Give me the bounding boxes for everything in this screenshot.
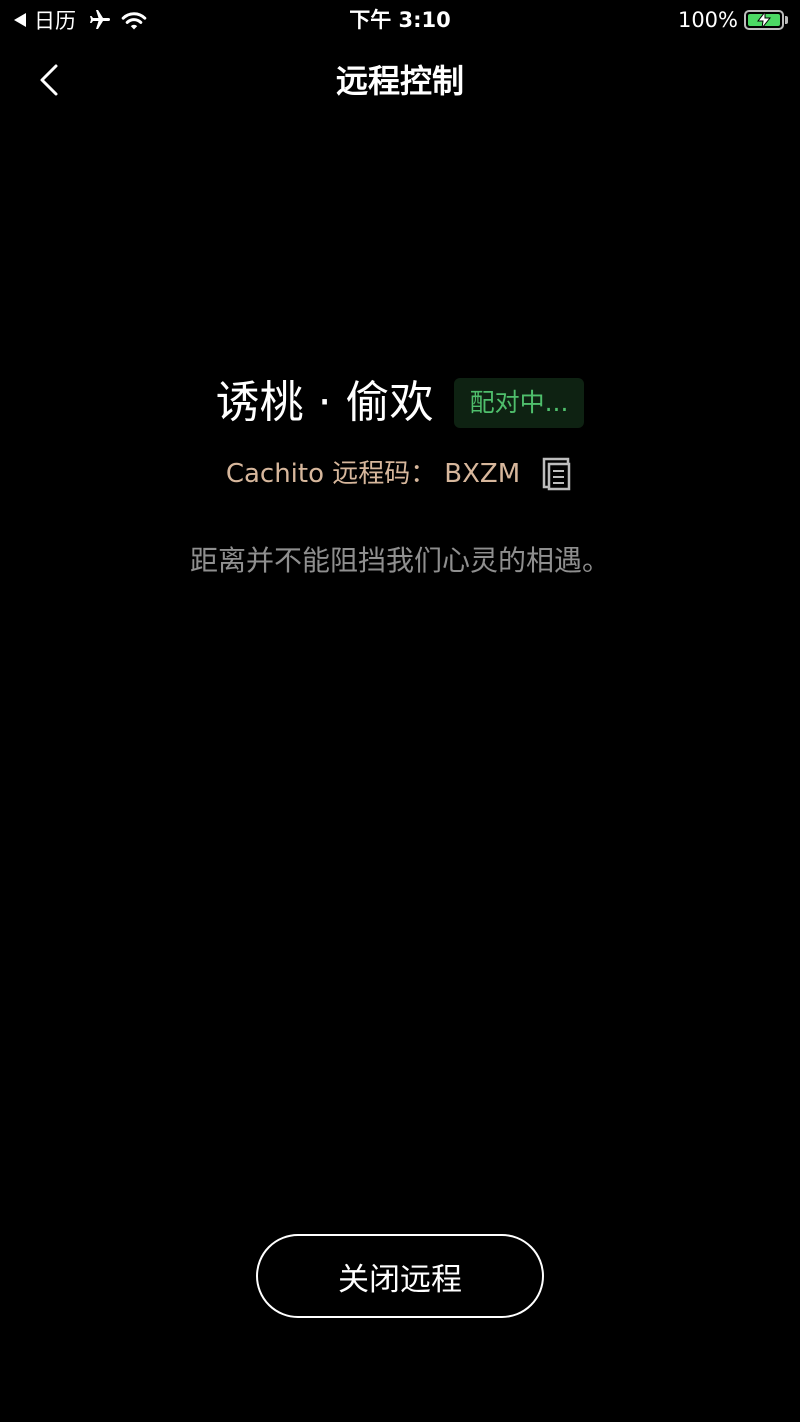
copy-icon (542, 457, 571, 491)
battery-cap (785, 16, 788, 24)
status-bar: 日历 下午 3:10 100% (0, 0, 800, 40)
device-info: 诱桃 · 偷欢 配对中... (0, 374, 800, 432)
close-remote-button[interactable]: 关闭远程 (256, 1234, 544, 1318)
remote-code-value: BXZM (444, 459, 521, 489)
page-title: 远程控制 (335, 62, 464, 100)
battery-charging-icon (744, 10, 784, 30)
remote-code-label: Cachito 远程码： (225, 459, 437, 489)
copy-code-button[interactable] (542, 457, 574, 491)
bolt-icon (757, 12, 771, 28)
status-bar-right: 100% (678, 6, 788, 34)
navigation-bar: 远程控制 (0, 40, 800, 124)
remote-code-row: Cachito 远程码： BXZM (0, 456, 800, 492)
device-name: 诱桃 · 偷欢 (215, 377, 434, 428)
battery-percent: 100% (677, 8, 738, 32)
slogan-text: 距离并不能阻挡我们心灵的相遇。 (189, 544, 610, 577)
pairing-status-badge: 配对中... (453, 378, 585, 428)
